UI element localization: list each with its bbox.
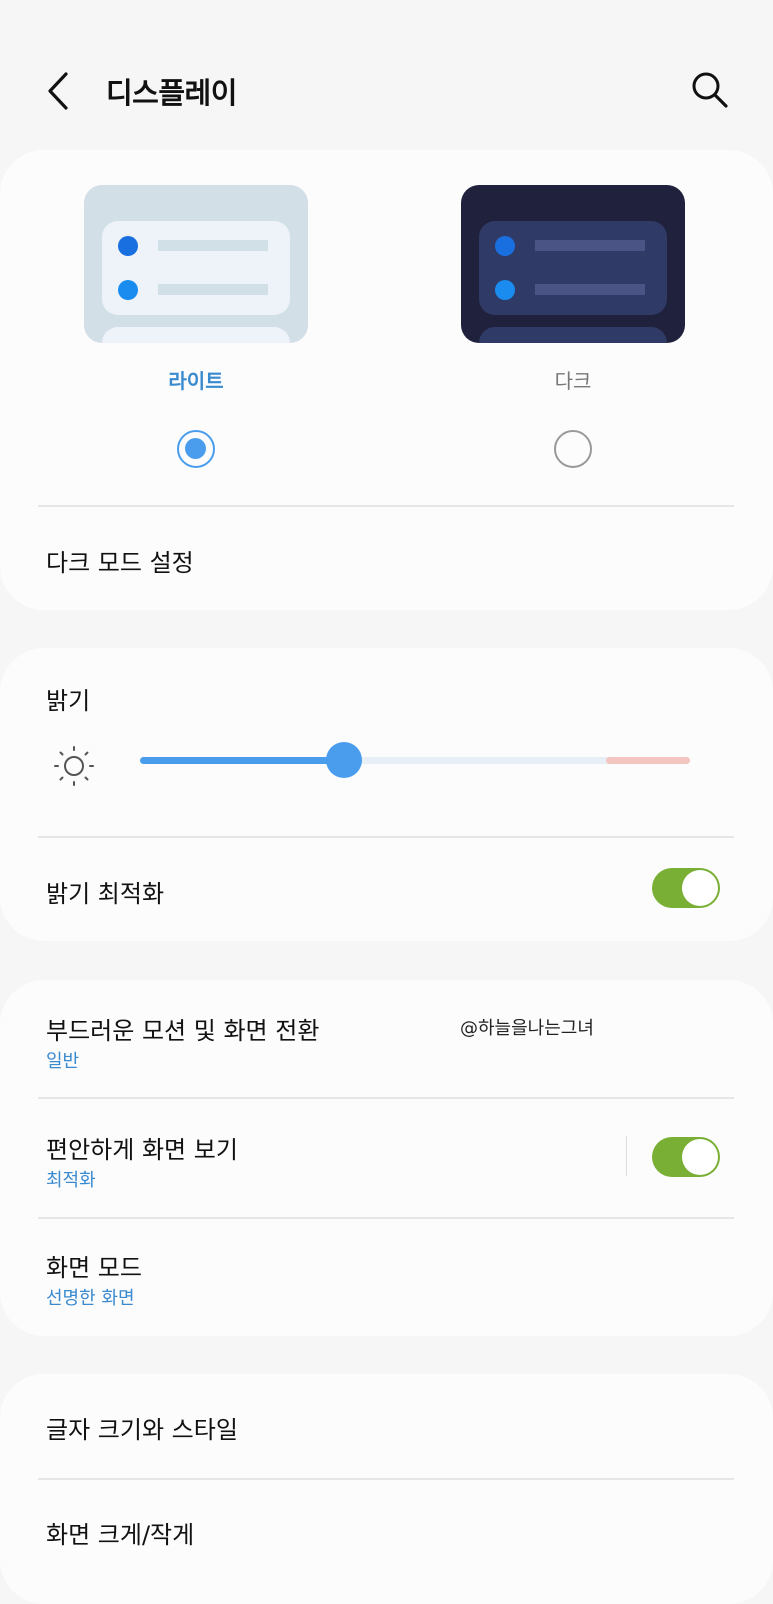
- eye-comfort-label[interactable]: 편안하게 화면 보기: [46, 1130, 238, 1165]
- radio-fill: [185, 438, 206, 459]
- brightness-label: 밝기: [46, 687, 91, 715]
- adaptive-brightness-toggle[interactable]: [652, 868, 720, 908]
- vertical-separator: [626, 1136, 627, 1176]
- preview-dot: [118, 280, 138, 300]
- watermark-text: @하늘을나는그녀: [460, 1018, 594, 1039]
- preview-panel: [479, 221, 667, 315]
- preview-dot: [495, 280, 515, 300]
- divider: [38, 1217, 734, 1219]
- eye-comfort-toggle[interactable]: [652, 1137, 720, 1177]
- text-card: 글자 크기와 스타일 화면 크게/작게: [0, 1374, 773, 1604]
- preview-bar: [535, 284, 645, 295]
- divider: [38, 836, 734, 838]
- slider-limit-zone: [606, 757, 690, 764]
- divider: [38, 505, 734, 507]
- eye-comfort-value: 최적화: [46, 1170, 96, 1191]
- chevron-left-icon[interactable]: [40, 66, 80, 116]
- app-header: 디스플레이: [0, 0, 773, 150]
- divider: [38, 1097, 734, 1099]
- screen-zoom-label[interactable]: 화면 크게/작게: [46, 1515, 194, 1550]
- slider-fill: [140, 757, 344, 764]
- font-size-style-label[interactable]: 글자 크기와 스타일: [46, 1410, 238, 1445]
- light-theme-label: 라이트: [168, 369, 224, 393]
- preview-dot: [495, 236, 515, 256]
- light-theme-preview[interactable]: [84, 185, 308, 343]
- page-title: 디스플레이: [106, 76, 237, 110]
- toggle-knob: [682, 870, 718, 906]
- brightness-slider[interactable]: [140, 742, 690, 788]
- preview-dot: [118, 236, 138, 256]
- search-icon[interactable]: [688, 68, 732, 112]
- preview-panel: [479, 327, 667, 343]
- screen-mode-value: 선명한 화면: [46, 1288, 135, 1309]
- divider: [38, 1478, 734, 1480]
- dark-theme-label: 다크: [554, 369, 592, 393]
- screen-mode-label[interactable]: 화면 모드: [46, 1248, 142, 1283]
- preview-panel: [102, 221, 290, 315]
- preview-bar: [158, 284, 268, 295]
- preview-bar: [158, 240, 268, 251]
- preview-panel: [102, 327, 290, 343]
- dark-theme-radio[interactable]: [554, 430, 592, 468]
- theme-card: 라이트 다크 다크 모드 설정: [0, 150, 773, 610]
- adaptive-brightness-label[interactable]: 밝기 최적화: [46, 874, 164, 909]
- dark-theme-preview[interactable]: [461, 185, 685, 343]
- brightness-card: 밝기 밝기 최적화: [0, 648, 773, 941]
- toggle-knob: [682, 1139, 718, 1175]
- smooth-motion-value: 일반: [46, 1051, 80, 1072]
- sun-icon: [54, 746, 94, 786]
- slider-thumb[interactable]: [325, 742, 362, 778]
- dark-mode-settings[interactable]: 다크 모드 설정: [46, 543, 194, 578]
- smooth-motion-label[interactable]: 부드러운 모션 및 화면 전환: [46, 1011, 319, 1046]
- screen-card: 부드러운 모션 및 화면 전환 일반 편안하게 화면 보기 최적화 화면 모드 …: [0, 980, 773, 1336]
- preview-bar: [535, 240, 645, 251]
- light-theme-radio[interactable]: [177, 430, 215, 468]
